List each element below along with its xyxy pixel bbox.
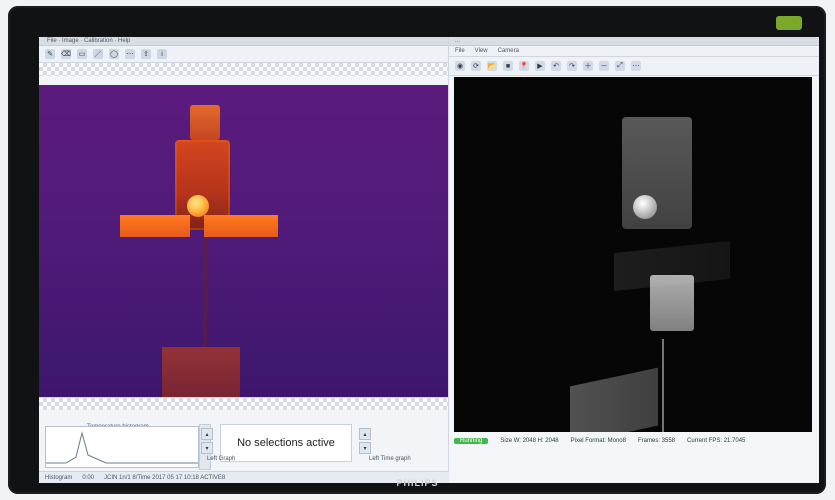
- thermal-viewer-window: File · Image · Calibration · Help ✎ ⌫ ▭ …: [39, 37, 454, 483]
- redo-icon[interactable]: ↷: [567, 61, 577, 71]
- stop-icon[interactable]: ■: [503, 61, 513, 71]
- more-icon[interactable]: ⋯: [631, 61, 641, 71]
- menu-view[interactable]: View: [475, 48, 488, 54]
- shape-icon[interactable]: ◯: [109, 49, 119, 59]
- size-label: Size W: 2048 H: 2048: [500, 438, 559, 444]
- power-led: [776, 16, 802, 30]
- pin-icon[interactable]: 📍: [519, 61, 529, 71]
- play-icon[interactable]: ▶: [535, 61, 545, 71]
- thermal-satellite-top: [190, 105, 220, 140]
- record-icon[interactable]: ◉: [455, 61, 465, 71]
- thermal-solar-panel-right: [204, 215, 278, 237]
- monitor-bezel: File · Image · Calibration · Help ✎ ⌫ ▭ …: [8, 6, 826, 494]
- no-selection-banner: No selections active: [220, 424, 352, 462]
- zoom-in-icon[interactable]: ＋: [583, 61, 593, 71]
- camera-pole: [662, 339, 664, 432]
- time-graph-label: Left Time graph: [369, 456, 411, 462]
- left-toolbar: ✎ ⌫ ▭ ／ ◯ ⋯ ⇪ i: [39, 46, 448, 63]
- export-icon[interactable]: ⇪: [141, 49, 151, 59]
- zoom-out-icon[interactable]: －: [599, 61, 609, 71]
- thermal-mast: [203, 237, 207, 347]
- line-icon[interactable]: ／: [93, 49, 103, 59]
- histogram-graph: [46, 431, 198, 464]
- pencil-icon[interactable]: ✎: [45, 49, 55, 59]
- thermal-dish: [187, 195, 209, 217]
- monitor-brand: PHILIPS: [396, 478, 439, 488]
- thermal-boom: [162, 347, 240, 402]
- thermal-solar-panel-left: [120, 215, 190, 237]
- camera-viewer-window: ... File View Camera ◉ ⟳ 📂 ■ 📍 ▶ ↶ ↷ ＋ －…: [449, 37, 819, 483]
- monitor-screen: File · Image · Calibration · Help ✎ ⌫ ▭ …: [39, 37, 819, 483]
- right-window-title: ...: [449, 37, 819, 46]
- graph-down-button[interactable]: ▾: [359, 442, 371, 454]
- camera-boom: [570, 367, 658, 432]
- fps-label: Current FPS: 21.7045: [687, 438, 746, 444]
- histogram-down-button[interactable]: ▾: [201, 442, 213, 454]
- eraser-icon[interactable]: ⌫: [61, 49, 71, 59]
- right-status-bar: Running Size W: 2048 H: 2048 Pixel Forma…: [454, 435, 814, 447]
- select-icon[interactable]: ▭: [77, 49, 87, 59]
- left-graph-label: Left Graph: [207, 456, 236, 462]
- zoom-fit-icon[interactable]: ⤢: [615, 61, 625, 71]
- menu-file[interactable]: File: [455, 48, 465, 54]
- open-icon[interactable]: 📂: [487, 61, 497, 71]
- info-icon[interactable]: i: [157, 49, 167, 59]
- camera-satellite-dish: [633, 195, 657, 219]
- left-window-title: File · Image · Calibration · Help: [39, 37, 448, 46]
- left-bottom-checker: [39, 398, 448, 410]
- undo-icon[interactable]: ↶: [551, 61, 561, 71]
- more-icon[interactable]: ⋯: [125, 49, 135, 59]
- thermal-image: [39, 85, 448, 402]
- left-top-checker: [39, 63, 448, 76]
- right-toolbar: ◉ ⟳ 📂 ■ 📍 ▶ ↶ ↷ ＋ － ⤢ ⋯: [449, 57, 819, 76]
- left-bottom-panel: Temperature histogram ▴ ▾ No selections …: [39, 397, 454, 483]
- frames-label: Frames: 3558: [637, 438, 676, 444]
- menu-camera[interactable]: Camera: [498, 48, 519, 54]
- camera-satellite-box: [650, 275, 694, 331]
- camera-view: [454, 77, 812, 432]
- temperature-histogram: [45, 426, 199, 468]
- camera-satellite-body: [622, 117, 692, 229]
- histogram-up-button[interactable]: ▴: [201, 428, 213, 440]
- refresh-icon[interactable]: ⟳: [471, 61, 481, 71]
- pixel-format-label: Pixel Format: Mono8: [570, 438, 626, 444]
- right-menu-bar: File View Camera: [449, 46, 819, 57]
- running-badge: Running: [454, 438, 489, 444]
- graph-up-button[interactable]: ▴: [359, 428, 371, 440]
